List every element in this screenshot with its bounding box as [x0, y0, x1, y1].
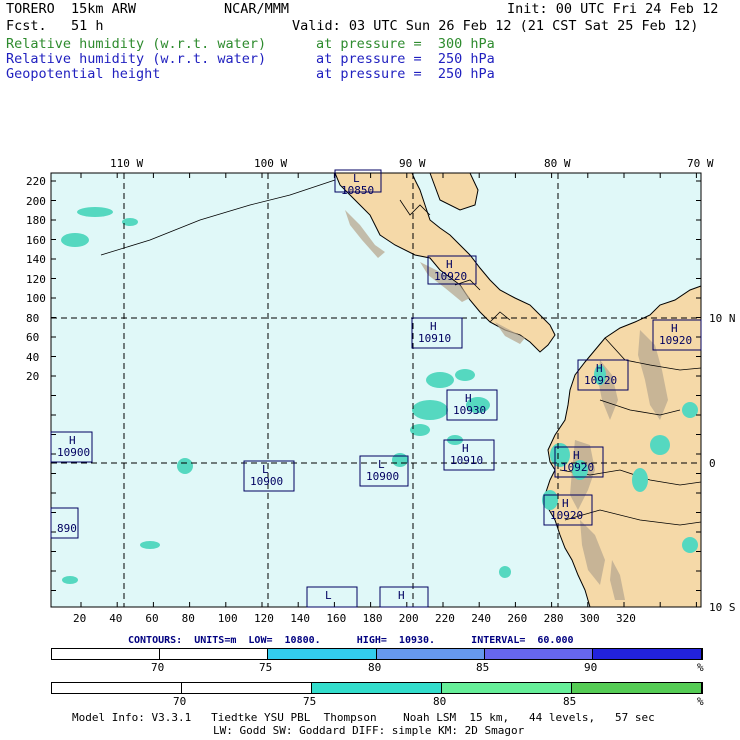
top-lon-label: 100 W — [254, 157, 288, 170]
colorbar-label: % — [697, 661, 704, 674]
colorbar-segment — [160, 649, 268, 659]
bottom-x-tick-label: 140 — [290, 612, 311, 625]
colorbar-segment — [182, 683, 312, 693]
height-center-value: 890 — [57, 522, 77, 535]
colorbar-segment — [485, 649, 593, 659]
height-center-value: 10930 — [453, 404, 487, 417]
top-lon-label: 110 W — [110, 157, 144, 170]
height-center-value: 10920 — [659, 334, 693, 347]
colorbar-label: 70 — [151, 661, 165, 674]
weather-map — [50, 169, 702, 608]
bottom-x-tick-label: 80 — [181, 612, 195, 625]
height-center-value: 10910 — [418, 332, 452, 345]
bottom-x-tick-label: 320 — [616, 612, 636, 625]
left-y-tick-label: 80 — [26, 311, 40, 325]
colorbar-label: % — [697, 695, 704, 708]
colorbar-label: 75 — [303, 695, 317, 708]
colorbar-segment — [377, 649, 485, 659]
top-lon-label: 80 W — [544, 157, 571, 170]
model-info-line-2: LW: Godd SW: Goddard DIFF: simple KM: 2D… — [213, 724, 525, 737]
left-y-tick-label: 60 — [26, 331, 40, 344]
colorbar-label: 85 — [563, 695, 577, 708]
height-center-type: H — [398, 589, 405, 602]
bottom-x-tick-label: 200 — [398, 612, 419, 625]
right-lat-label: 10 S — [709, 601, 736, 614]
bottom-x-tick-label: 60 — [145, 612, 159, 625]
colorbar-label: 70 — [173, 695, 187, 708]
left-y-tick-label: 220 — [26, 175, 46, 188]
colorbar-segment — [52, 683, 182, 693]
colorbar-label: 90 — [584, 661, 598, 674]
left-y-tick-label: 180 — [26, 214, 46, 227]
bottom-x-tick-label: 120 — [254, 612, 274, 625]
colorbar-label: 80 — [368, 661, 382, 674]
bottom-x-tick-label: 220 — [435, 612, 455, 625]
colorbar-segment — [312, 683, 442, 693]
height-center-type: L — [325, 589, 332, 602]
left-y-tick-label: 20 — [26, 370, 40, 383]
left-y-tick-label: 40 — [26, 350, 40, 364]
top-lon-label: 70 W — [687, 157, 714, 170]
bottom-x-tick-label: 160 — [326, 612, 347, 625]
left-y-tick-label: 140 — [26, 253, 46, 266]
left-y-tick-label: 160 — [26, 233, 46, 247]
height-center-value: 10920 — [550, 509, 584, 522]
left-y-tick-label: 120 — [26, 272, 46, 286]
bottom-x-tick-label: 20 — [73, 612, 87, 625]
bottom-x-tick-label: 300 — [579, 612, 600, 625]
colorbar-250hpa — [51, 648, 703, 660]
colorbar-label: 80 — [433, 695, 447, 708]
bottom-x-tick-label: 180 — [362, 612, 383, 625]
top-lon-label: 90 W — [399, 157, 426, 170]
right-lat-label: 0 — [709, 457, 716, 470]
bottom-x-tick-label: 40 — [109, 612, 123, 625]
bottom-x-tick-label: 260 — [507, 612, 528, 625]
model-info-line-1: Model Info: V3.3.1 Tiedtke YSU PBL Thomp… — [72, 711, 655, 724]
colorbar-label: 85 — [476, 661, 490, 674]
bottom-x-tick-label: 280 — [543, 612, 564, 625]
bottom-x-tick-label: 100 — [217, 612, 238, 625]
height-center-value: 10900 — [250, 475, 284, 488]
colorbar-segment — [442, 683, 572, 693]
height-center-value: 10920 — [584, 374, 618, 387]
bottom-x-tick-label: 240 — [471, 612, 492, 625]
colorbar-segment — [268, 649, 377, 659]
left-y-tick-label: 100 — [26, 292, 46, 305]
colorbar-label: 75 — [259, 661, 273, 674]
height-center-value: 10900 — [57, 446, 91, 459]
colorbar-segment — [593, 649, 702, 659]
height-center-value: 10910 — [450, 454, 484, 467]
colorbar-segment — [52, 649, 160, 659]
height-center-value: 10850 — [341, 184, 375, 197]
left-y-tick-label: 200 — [26, 194, 46, 208]
colorbar-300hpa — [51, 682, 703, 694]
height-center-value: 10920 — [434, 270, 468, 283]
height-center-value: 10920 — [561, 461, 595, 474]
right-lat-label: 10 N — [709, 312, 736, 325]
colorbar-segment — [572, 683, 702, 693]
contour-info: CONTOURS: UNITS=m LOW= 10800. HIGH= 1093… — [128, 635, 574, 646]
height-center-value: 10900 — [366, 470, 400, 483]
